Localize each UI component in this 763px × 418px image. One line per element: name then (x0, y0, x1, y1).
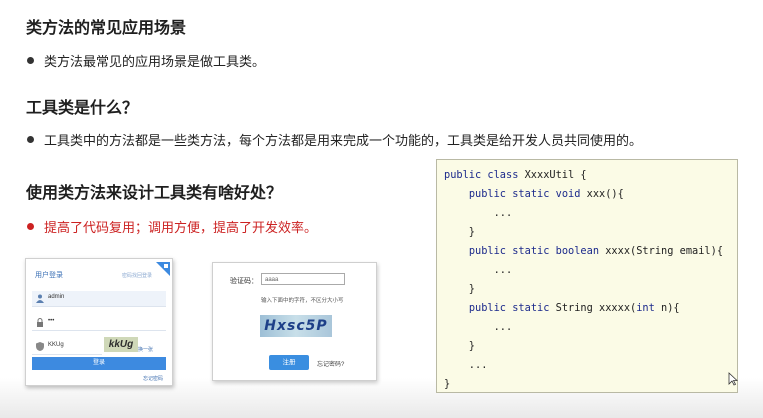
login-button[interactable]: 登录 (32, 357, 166, 370)
code-line: public static boolean xxxx(String email)… (468, 245, 724, 257)
code-line: } (444, 340, 475, 352)
captcha-hint: 输入下面中的字符，不区分大小写 (261, 298, 344, 304)
captcha-form-example: 验证码： aaaa 输入下面中的字符，不区分大小写 Hxsc5P 注册 忘记密码… (212, 262, 377, 381)
heading-benefits: 使用类方法来设计工具类有啥好处？ (26, 183, 283, 202)
bullet-text: 类方法最常见的应用场景是做工具类。 (44, 55, 266, 70)
code-line: public class XxxxUtil { (444, 169, 587, 181)
bullet-dot (27, 223, 34, 230)
bullet-text: 工具类中的方法都是一些类方法，每个方法都是用来完成一个功能的，工具类是给开发人员… (44, 134, 643, 149)
register-button[interactable]: 注册 (269, 355, 309, 370)
code-line: ... (444, 359, 488, 371)
shield-icon (36, 342, 44, 351)
captcha-input-value: KKUg (48, 342, 64, 348)
password-field[interactable]: ••• (32, 315, 166, 331)
qr-corner-icon[interactable] (156, 262, 170, 276)
heading-use-cases: 类方法的常见应用场景 (26, 18, 187, 37)
captcha-image: kkUg (104, 337, 138, 352)
user-icon (36, 294, 44, 303)
bullet-dot (27, 136, 34, 143)
code-line: } (444, 283, 475, 295)
bullet-what-is-util: 工具类中的方法都是一些类方法，每个方法都是用来完成一个功能的，工具类是给开发人员… (27, 130, 642, 149)
recover-login-link[interactable]: 密码找回登录 (122, 272, 152, 279)
code-line: public static void xxx(){ (468, 188, 624, 200)
captcha-input[interactable]: aaaa (261, 273, 345, 285)
heading-what-is-util: 工具类是什么？ (26, 98, 139, 117)
refresh-captcha-link[interactable]: 换一张 (138, 346, 153, 353)
code-line: ... (444, 321, 513, 333)
code-line: ... (444, 207, 513, 219)
login-form-example: 用户登录 密码找回登录 admin ••• KKUg kkUg 换一张 登录 忘… (25, 258, 173, 386)
code-line: ... (444, 264, 513, 276)
code-panel: public class XxxxUtil { public static vo… (436, 159, 738, 393)
bullet-use-cases: 类方法最常见的应用场景是做工具类。 (27, 51, 265, 70)
mouse-cursor-icon (728, 372, 738, 386)
captcha-field[interactable]: KKUg (32, 339, 102, 355)
forgot-password-link[interactable]: 忘记密码? (317, 359, 344, 368)
bullet-dot (27, 57, 34, 64)
code-line: } (444, 378, 451, 390)
login-title: 用户登录 (35, 272, 63, 279)
lock-icon (37, 318, 43, 327)
bullet-text: 提高了代码复用；调用方便，提高了开发效率。 (44, 221, 318, 236)
forgot-password-link[interactable]: 忘记密码 (143, 375, 163, 382)
captcha-label: 验证码： (230, 278, 258, 285)
username-field[interactable]: admin (32, 291, 166, 307)
code-line: public static String xxxxx(int n){ (468, 302, 680, 314)
captcha-image: Hxsc5P (260, 315, 332, 337)
username-value: admin (48, 294, 65, 300)
password-value: ••• (48, 318, 55, 324)
code-line: } (444, 226, 475, 238)
bullet-benefits: 提高了代码复用；调用方便，提高了开发效率。 (27, 217, 317, 236)
